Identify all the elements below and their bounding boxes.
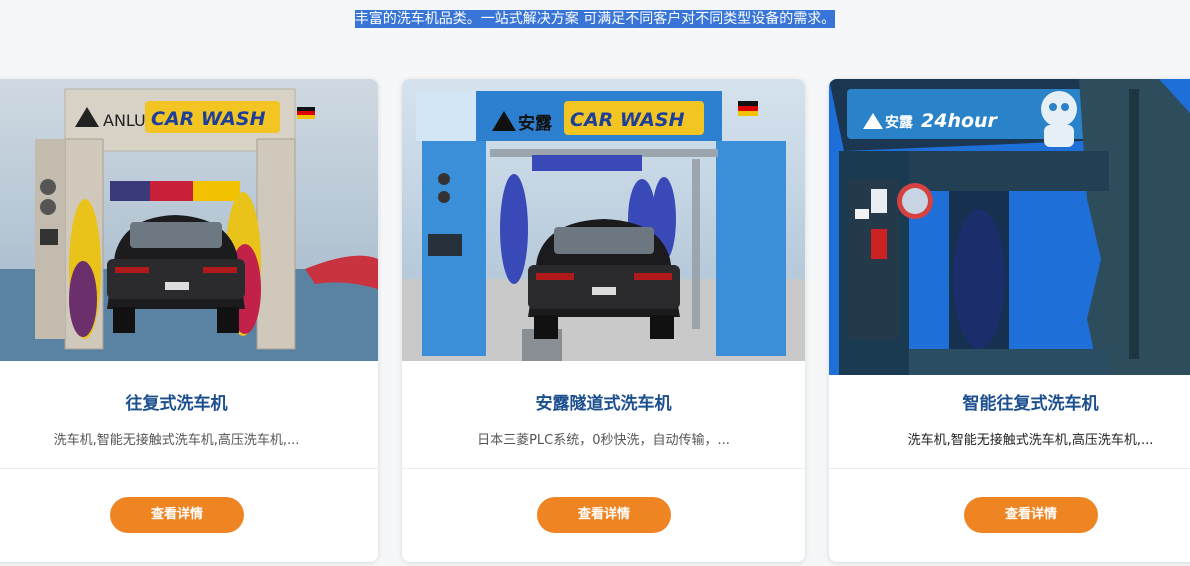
carwash-logo: CAR WASH xyxy=(151,108,266,130)
product-description: 日本三菱PLC系统，0秒快洗，自动传输，... xyxy=(477,433,730,448)
product-description: 洗车机,智能无接触式洗车机,高压洗车机,... xyxy=(53,433,300,448)
view-details-button[interactable]: 查看详情 xyxy=(110,497,244,533)
product-title[interactable]: 智能往复式洗车机 xyxy=(829,389,1190,414)
hour-logo: 24hour xyxy=(921,110,999,132)
product-title[interactable]: 往复式洗车机 xyxy=(0,389,378,414)
product-card-smart-reciprocating[interactable]: 安露 24hour 智能往复式洗车机 洗车机,智能无接触式洗车机,高压洗车机,.… xyxy=(829,79,1190,562)
product-card-reciprocating[interactable]: ANLU CAR WASH 往复式洗车机 洗车机,智能无接触式洗车机,高压洗车机… xyxy=(0,79,378,562)
carwash-logo: CAR WASH xyxy=(570,109,685,131)
product-card-tunnel[interactable]: 安露 CAR WASH 安露隧道式洗车机 日本三菱PLC系统，0秒快洗，自动传输… xyxy=(402,79,805,562)
view-details-button[interactable]: 查看详情 xyxy=(537,497,671,533)
product-title[interactable]: 安露隧道式洗车机 xyxy=(402,389,805,414)
intro-tagline: 丰富的洗车机品类。一站式解决方案 可满足不同客户对不同类型设备的需求。 xyxy=(354,10,836,28)
brand-logo-text: 安露 xyxy=(885,114,914,131)
product-image-reciprocating[interactable]: ANLU CAR WASH xyxy=(0,79,378,361)
product-description: 洗车机,智能无接触式洗车机,高压洗车机,... xyxy=(907,433,1154,448)
intro-section: 丰富的洗车机品类。一站式解决方案 可满足不同客户对不同类型设备的需求。 xyxy=(0,8,1190,28)
card-divider xyxy=(829,468,1190,469)
view-details-button[interactable]: 查看详情 xyxy=(964,497,1098,533)
product-image-tunnel[interactable]: 安露 CAR WASH xyxy=(402,79,805,361)
product-image-smart-reciprocating[interactable]: 安露 24hour xyxy=(829,79,1190,375)
brand-logo-text: 安露 xyxy=(518,113,553,134)
brand-logo-text: ANLU xyxy=(103,111,146,130)
card-divider xyxy=(0,468,378,469)
card-divider xyxy=(402,468,805,469)
